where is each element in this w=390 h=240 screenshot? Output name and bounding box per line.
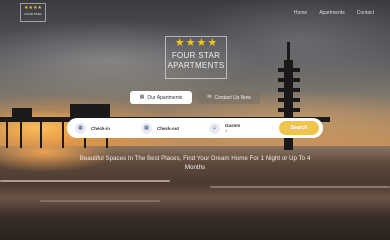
pier-leg — [40, 122, 42, 148]
calendar-icon: ▦ — [141, 122, 152, 134]
guests-value: 1 — [225, 128, 228, 133]
building-icon: ▦ — [139, 94, 145, 100]
tower-ring — [278, 108, 300, 112]
brand-name-line1: FOUR STAR — [171, 51, 221, 60]
contact-us-button[interactable]: ✉ Contact Us Now — [198, 91, 260, 104]
wave-line — [0, 180, 170, 182]
pier-building — [70, 104, 110, 118]
tower-ring — [278, 88, 300, 92]
site-logo[interactable]: ★★★★ FOUR STAR — [20, 3, 46, 22]
contact-us-label: Contact Us Now — [214, 94, 251, 101]
top-nav: Home Apartments Contact — [294, 10, 374, 16]
tower-ring — [278, 98, 300, 102]
star-icon: ★ — [174, 37, 185, 49]
nav-item-contact[interactable]: Contact — [357, 10, 374, 16]
hero-tagline: Beautiful Spaces In The Best Places, Fin… — [79, 155, 311, 171]
nav-item-apartments[interactable]: Apartments — [319, 10, 345, 16]
logo-stars: ★★★★ — [24, 5, 42, 11]
mail-icon: ✉ — [207, 94, 212, 100]
our-apartments-button[interactable]: ▦ Our Apartments — [130, 91, 192, 104]
users-icon: ☺ — [209, 122, 220, 134]
guests-field[interactable]: ☺ Guests 1 — [209, 122, 240, 134]
checkin-label: Check-in — [91, 125, 111, 131]
pier-leg — [20, 122, 22, 148]
tower-ring — [278, 78, 300, 82]
booking-bar: ▦ Check-in ▦ Check-out ☺ Guests 1 Search — [67, 118, 323, 138]
brand-badge: ★ ★ ★ ★ FOUR STAR APARTMENTS — [165, 36, 227, 79]
brand-name-line2: APARTMENTS — [167, 61, 225, 70]
tower-ring — [278, 68, 300, 72]
nav-item-home[interactable]: Home — [294, 10, 307, 16]
logo-text: FOUR STAR — [24, 12, 42, 16]
wave-line — [210, 186, 390, 188]
star-icon: ★ — [207, 37, 218, 49]
search-label: Search — [290, 125, 308, 131]
brand-stars: ★ ★ ★ ★ — [166, 37, 226, 49]
search-button[interactable]: Search — [279, 121, 319, 135]
calendar-icon: ▦ — [75, 122, 86, 134]
star-icon: ★ — [185, 37, 196, 49]
our-apartments-label: Our Apartments — [147, 94, 183, 101]
pier-leg — [6, 122, 8, 148]
checkin-field[interactable]: ▦ Check-in — [75, 122, 110, 134]
checkout-label: Check-out — [157, 125, 180, 131]
star-icon: ★ — [196, 37, 207, 49]
wave-line — [40, 200, 160, 202]
pier-leg — [62, 122, 64, 148]
checkout-field[interactable]: ▦ Check-out — [141, 122, 179, 134]
